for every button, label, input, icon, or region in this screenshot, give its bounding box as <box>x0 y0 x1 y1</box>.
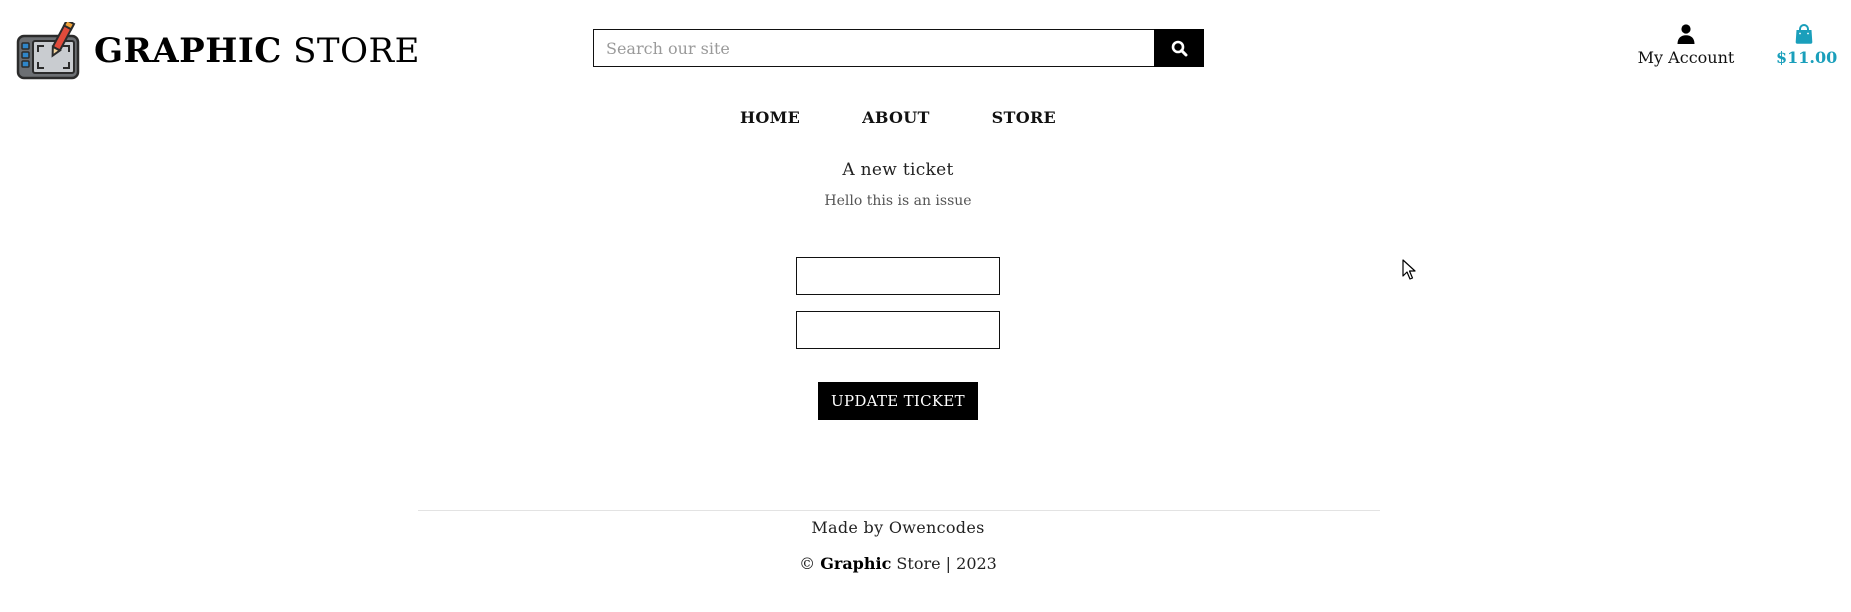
update-ticket-button[interactable]: UPDATE TICKET <box>818 382 978 420</box>
search-input[interactable] <box>593 29 1154 67</box>
ticket-body-field[interactable] <box>796 311 1000 349</box>
logo-text: GRAPHIC STORE <box>94 34 420 68</box>
update-ticket-form: UPDATE TICKET <box>0 257 1796 420</box>
logo-link[interactable]: GRAPHIC STORE <box>16 22 420 80</box>
footer-made-by: Made by Owencodes <box>811 518 985 537</box>
footer-divider <box>418 510 1380 511</box>
drawing-tablet-icon <box>16 22 80 80</box>
search-form <box>593 29 1204 67</box>
search-button[interactable] <box>1154 29 1204 67</box>
nav-item-about[interactable]: ABOUT <box>862 108 930 127</box>
logo-brand-bold: GRAPHIC <box>94 31 282 71</box>
footer-brand-bold: Graphic <box>820 554 892 573</box>
main-nav: HOME ABOUT STORE <box>0 108 1796 127</box>
shopping-bag-icon <box>1795 24 1813 44</box>
ticket-title-field[interactable] <box>796 257 1000 295</box>
ticket-title: A new ticket <box>842 160 954 180</box>
user-icon <box>1677 24 1695 44</box>
footer-copyright: © Graphic Store | 2023 <box>0 554 1796 573</box>
search-icon <box>1171 40 1187 56</box>
footer-brand-light: Store <box>896 554 941 573</box>
my-account-link[interactable]: My Account <box>1630 24 1742 67</box>
copyright-symbol: © <box>799 554 816 573</box>
footer-year: 2023 <box>956 554 997 573</box>
ticket-body: Hello this is an issue <box>824 193 972 209</box>
nav-item-home[interactable]: HOME <box>740 108 800 127</box>
logo-brand-light: STORE <box>293 31 420 71</box>
bag-total: $11.00 <box>1776 48 1838 67</box>
shopping-bag-link[interactable]: $11.00 <box>1776 24 1838 67</box>
nav-item-store[interactable]: STORE <box>992 108 1056 127</box>
mouse-pointer-icon <box>1402 259 1416 280</box>
ticket-section: A new ticket Hello this is an issue UPDA… <box>0 160 1796 420</box>
footer: Made by Owencodes © Graphic Store | 2023 <box>0 518 1796 573</box>
my-account-label: My Account <box>1637 48 1735 67</box>
footer-separator: | <box>945 554 952 573</box>
